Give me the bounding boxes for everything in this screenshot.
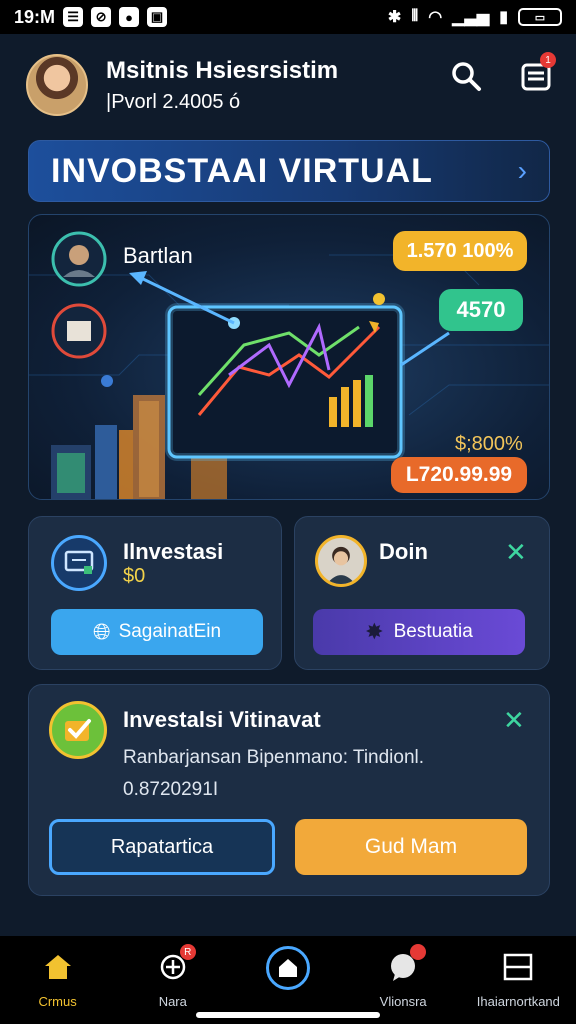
signal-icon: ▁▃▅	[452, 9, 490, 26]
person-avatar-icon	[315, 535, 367, 587]
profile-header: Msitnis Hsiesrsistim |Pvorl 2.4005 ó 1	[26, 50, 556, 120]
chat-bubble-icon: ●	[119, 7, 140, 27]
status-bar: 19:M ☰ ⊘ ● ▣ ✱ ⦀ ◠ ▁▃▅ ▮ ▭	[0, 0, 576, 34]
chevron-right-icon: ›	[517, 155, 527, 186]
battery-saver-icon: ▮	[499, 9, 508, 26]
vibrate-icon: ⦀	[411, 8, 419, 25]
don-card: Doin ✕ ✸ Bestuatia	[294, 516, 550, 670]
splash-icon: ✸	[365, 619, 384, 644]
notification-badge: 1	[540, 52, 556, 68]
gain-pill: 1.570 100%	[393, 231, 527, 271]
gud-mam-button[interactable]: Gud Mam	[295, 819, 527, 875]
close-icon[interactable]: ✕	[503, 705, 525, 736]
rapatartica-button[interactable]: Rapatartica	[49, 819, 275, 875]
link-icon: ⊘	[91, 7, 112, 27]
nav-badge-vlionsra	[410, 944, 427, 960]
user-subtitle: |Pvorl 2.4005 ó	[106, 90, 241, 113]
globe-icon: 🌐︎	[92, 619, 111, 644]
search-investment-label: SagainatEin	[118, 621, 222, 642]
avatar[interactable]	[26, 54, 88, 116]
virtual-title: Investalsi Vitinavat	[123, 707, 321, 732]
nav-item-home[interactable]: Crmus	[3, 950, 113, 1009]
hero-illustration: Bartlan 1.570 100% 4570 $;800% L720.99.9…	[28, 214, 550, 500]
user-name: Msitnis Hsiesrsistim	[106, 56, 339, 84]
virtual-description: Ranbarjansan Bipenmano: Tindionl.	[123, 747, 425, 768]
bottom-navigation: Crmus R Nara Vlionsra Ihaiarnortkand	[0, 936, 576, 1024]
home-icon	[41, 950, 75, 984]
nav-label-nara: Nara	[158, 994, 187, 1009]
search-button[interactable]	[446, 56, 486, 96]
nav-item-center[interactable]	[233, 946, 343, 990]
close-icon[interactable]: ✕	[505, 537, 527, 568]
nav-badge-nara: R	[179, 944, 196, 960]
hero-label: Bartlan	[123, 243, 193, 268]
notifications-button[interactable]: 1	[516, 52, 556, 96]
nav-label-vlionsra: Vlionsra	[379, 994, 427, 1009]
banner-title: INVOBSTAAI VIRTUAL	[51, 151, 433, 190]
balance-pill: 4570	[439, 289, 523, 331]
portfolio-icon	[51, 535, 107, 591]
don-title: Doin	[379, 539, 428, 564]
investment-card: Ilnvestasi $0 🌐︎ SagainatEin	[28, 516, 282, 670]
investment-amount: $0	[123, 565, 146, 587]
search-icon	[452, 62, 481, 91]
list-icon: ☰	[63, 7, 84, 27]
check-icon	[49, 701, 107, 759]
lock-icon: ▣	[147, 7, 168, 27]
bestuatia-label: Bestuatia	[393, 621, 473, 642]
virtual-investment-banner[interactable]: INVOBSTAAI VIRTUAL ›	[28, 140, 550, 202]
home-indicator[interactable]	[196, 1012, 380, 1018]
total-pill: L720.99.99	[391, 457, 527, 493]
search-investment-button[interactable]: 🌐︎ SagainatEin	[51, 609, 263, 655]
nav-item-vlionsra[interactable]: Vlionsra	[348, 944, 458, 1009]
percent-label: $;800%	[455, 433, 523, 455]
window-icon	[501, 950, 535, 984]
nav-item-window[interactable]: Ihaiarnortkand	[463, 950, 573, 1009]
nav-label-home: Crmus	[38, 994, 77, 1009]
virtual-amount: 0.8720291I	[123, 779, 219, 800]
investment-title: Ilnvestasi	[123, 539, 224, 564]
wifi-icon: ◠	[428, 9, 443, 26]
battery-icon: ▭	[518, 8, 562, 26]
bluetooth-icon: ✱	[387, 9, 402, 26]
virtual-investment-card: Investalsi Vitinavat ✕ Ranbarjansan Bipe…	[28, 684, 550, 896]
nav-label-window: Ihaiarnortkand	[476, 994, 560, 1009]
nav-item-nara[interactable]: R Nara	[118, 944, 228, 1009]
bestuatia-button[interactable]: ✸ Bestuatia	[313, 609, 525, 655]
status-time: 19:M	[14, 6, 56, 27]
center-home-icon	[265, 946, 310, 990]
